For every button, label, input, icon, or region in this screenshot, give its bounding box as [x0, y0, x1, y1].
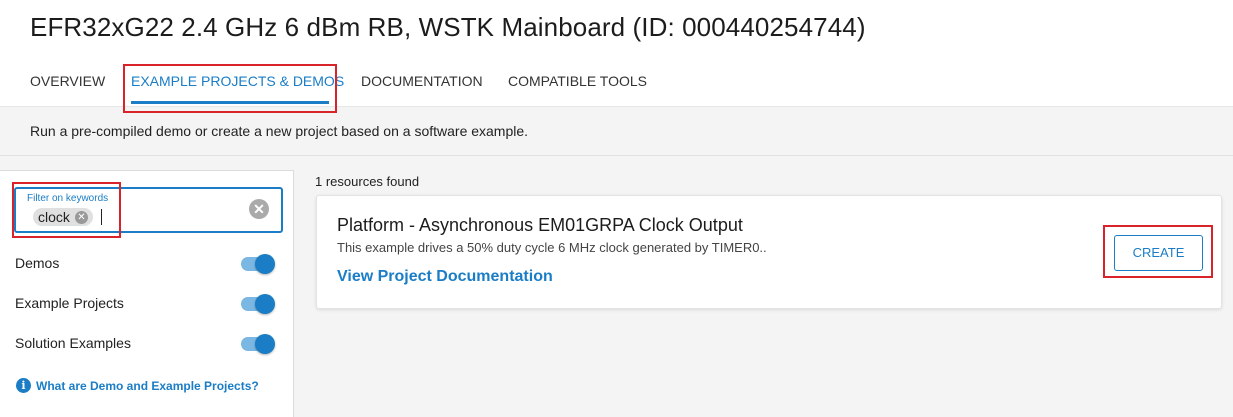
solution-examples-toggle[interactable] [241, 334, 275, 354]
tab-overview[interactable]: OVERVIEW [30, 62, 105, 106]
page-header: EFR32xG22 2.4 GHz 6 dBm RB, WSTK Mainboa… [0, 0, 1233, 106]
page-title: EFR32xG22 2.4 GHz 6 dBm RB, WSTK Mainboa… [30, 12, 866, 42]
keyword-filter-input[interactable]: Filter on keywords clock ✕ ✕ [14, 187, 283, 233]
keyword-chip[interactable]: clock ✕ [33, 208, 93, 226]
tab-overview-label: OVERVIEW [30, 73, 106, 89]
filter-label: Filter on keywords [27, 193, 109, 204]
toggle-row-demos: Demos [15, 251, 275, 275]
active-tab-indicator [131, 101, 329, 104]
toggle-label-demos: Demos [15, 255, 60, 271]
subheader-text: Run a pre-compiled demo or create a new … [30, 123, 529, 139]
toggle-knob [255, 254, 275, 274]
tab-example-projects-demos-label: EXAMPLE PROJECTS & DEMOS [131, 73, 345, 89]
toggle-row-solution-examples: Solution Examples [15, 331, 275, 355]
toggle-label-solution-examples: Solution Examples [15, 335, 131, 351]
keyword-chip-label: clock [38, 209, 70, 225]
toggle-label-example-projects: Example Projects [15, 295, 124, 311]
demos-toggle[interactable] [241, 254, 275, 274]
demo-help-link-label: What are Demo and Example Projects? [36, 378, 259, 393]
toggle-knob [255, 294, 275, 314]
result-title: Platform - Asynchronous EM01GRPA Clock O… [337, 215, 743, 235]
demo-help-link[interactable]: i What are Demo and Example Projects? [16, 378, 259, 393]
toggle-row-example-projects: Example Projects [15, 291, 275, 315]
tab-documentation[interactable]: DOCUMENTATION [361, 62, 483, 106]
result-description: This example drives a 50% duty cycle 6 M… [337, 240, 767, 255]
close-circle-icon[interactable]: ✕ [74, 210, 88, 224]
tab-example-projects-demos[interactable]: EXAMPLE PROJECTS & DEMOS [131, 62, 344, 106]
subheader-bar: Run a pre-compiled demo or create a new … [0, 106, 1233, 156]
results-count: 1 resources found [315, 174, 420, 189]
filter-sidebar: Filter on keywords clock ✕ ✕ Demos Examp… [0, 170, 294, 417]
tab-documentation-label: DOCUMENTATION [361, 73, 483, 89]
toggle-knob [255, 334, 275, 354]
create-button[interactable]: CREATE [1114, 235, 1203, 271]
view-project-documentation-link[interactable]: View Project Documentation [337, 268, 553, 286]
tab-compatible-tools[interactable]: COMPATIBLE TOOLS [508, 62, 647, 106]
tab-compatible-tools-label: COMPATIBLE TOOLS [508, 73, 648, 89]
example-projects-toggle[interactable] [241, 294, 275, 314]
info-icon: i [16, 378, 31, 393]
result-card: Platform - Asynchronous EM01GRPA Clock O… [316, 195, 1222, 309]
clear-circle-icon[interactable]: ✕ [249, 199, 269, 219]
text-caret [101, 209, 102, 225]
